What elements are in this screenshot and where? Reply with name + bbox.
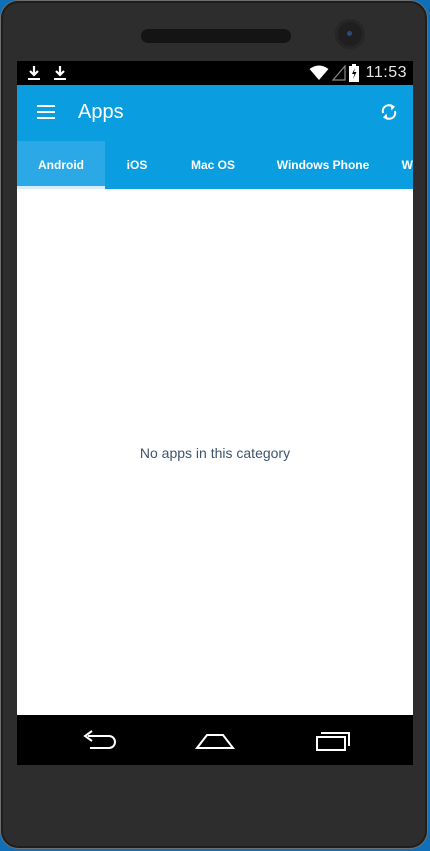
tab-mac-os[interactable]: Mac OS [169,141,257,189]
back-icon[interactable] [79,727,119,753]
download-icon [54,66,66,80]
tab-overflow[interactable]: W [389,141,413,189]
wifi-icon [309,65,329,80]
battery-icon [348,64,359,82]
device-frame: 11:53 Apps Android iOS Mac OS Windows Ph… [0,0,428,849]
phone-screen: 11:53 Apps Android iOS Mac OS Windows Ph… [17,61,413,765]
app-bar: Apps [17,85,413,141]
menu-icon[interactable] [37,105,55,119]
refresh-icon[interactable] [379,102,399,122]
signal-icon [331,65,346,81]
page-title: Apps [78,101,124,123]
front-camera [335,19,365,49]
status-time: 11:53 [365,64,407,81]
download-icon [28,66,40,80]
tab-ios[interactable]: iOS [105,141,169,189]
navigation-bar [17,715,413,765]
recents-icon[interactable] [313,727,353,753]
category-tabs: Android iOS Mac OS Windows Phone W [17,141,413,189]
speaker-grille [141,29,291,43]
empty-state-message: No apps in this category [139,445,291,461]
tab-android[interactable]: Android [17,141,105,189]
tab-windows-phone[interactable]: Windows Phone [257,141,389,189]
status-bar: 11:53 [17,61,413,85]
home-icon[interactable] [195,727,235,753]
apps-list: No apps in this category [17,189,413,715]
